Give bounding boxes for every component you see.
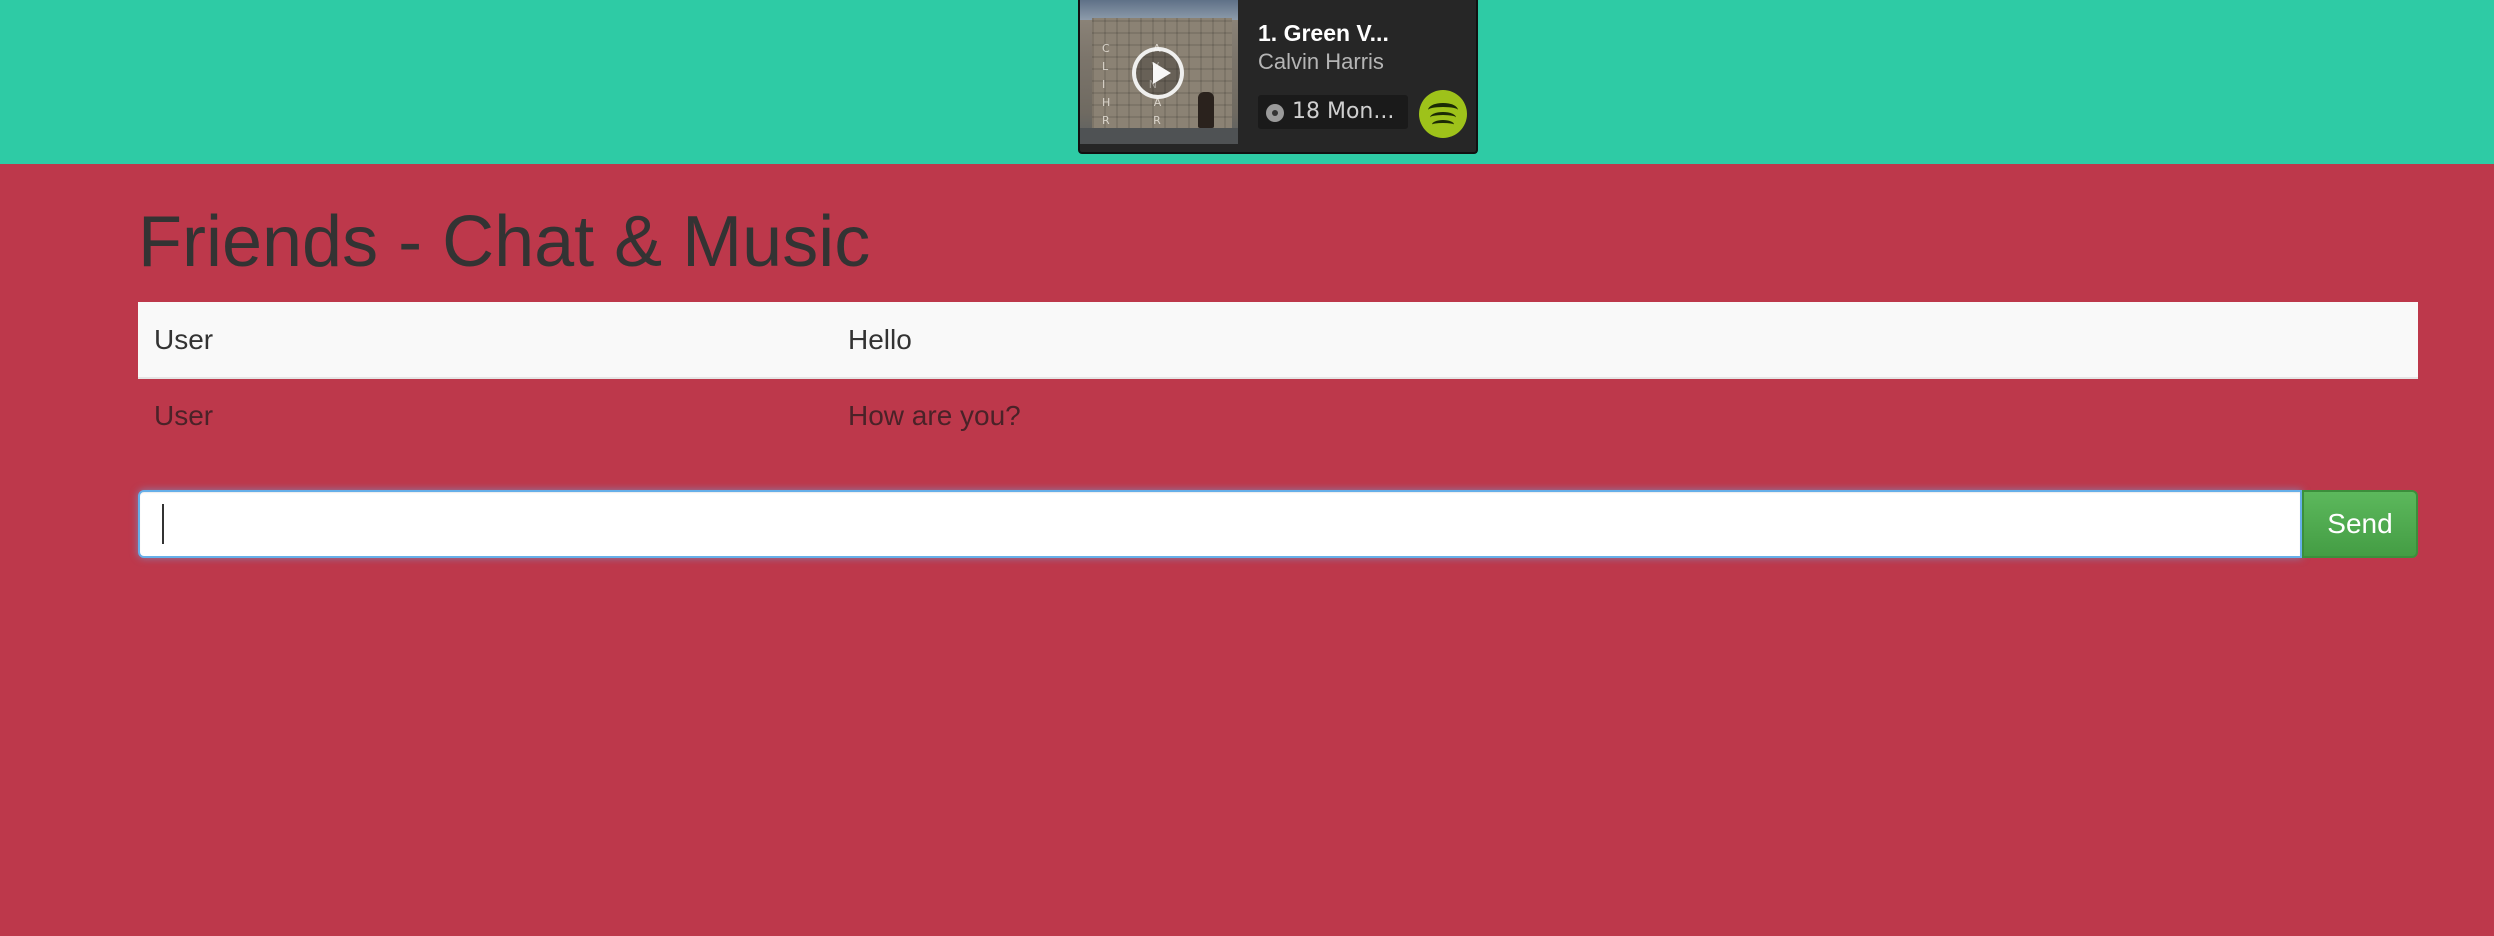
table-row: User How are you? — [138, 379, 2418, 453]
cover-ground — [1080, 128, 1238, 144]
message-input[interactable] — [138, 490, 2302, 558]
cover-sky — [1080, 0, 1238, 20]
track-title[interactable]: 1. Green V... — [1258, 20, 1389, 47]
send-button[interactable]: Send — [2302, 490, 2418, 558]
album-name: 18 Mon... — [1292, 99, 1395, 124]
message-text: Hello — [848, 324, 912, 355]
text-caret — [162, 504, 164, 544]
page-title: Friends - Chat & Music — [138, 202, 871, 282]
disc-icon — [1266, 104, 1284, 122]
message-user: User — [154, 324, 214, 355]
spotify-icon[interactable] — [1419, 90, 1467, 138]
message-text: How are you? — [848, 400, 1021, 431]
album-link[interactable]: 18 Mon... — [1258, 95, 1408, 129]
cover-figure — [1198, 92, 1214, 128]
message-composer: Send — [138, 490, 2418, 558]
message-user: User — [154, 400, 214, 431]
spotify-wave-3 — [1432, 120, 1454, 129]
top-bar: C A L V I N H A R R I S 1. Green V... Ca… — [0, 0, 2494, 164]
album-cover[interactable]: C A L V I N H A R R I S — [1080, 0, 1238, 144]
play-icon[interactable] — [1132, 47, 1184, 99]
table-row: User Hello — [138, 302, 2418, 379]
messages-table: User Hello User How are you? — [138, 302, 2418, 453]
spotify-player-widget[interactable]: C A L V I N H A R R I S 1. Green V... Ca… — [1078, 0, 1478, 154]
track-artist[interactable]: Calvin Harris — [1258, 49, 1384, 75]
